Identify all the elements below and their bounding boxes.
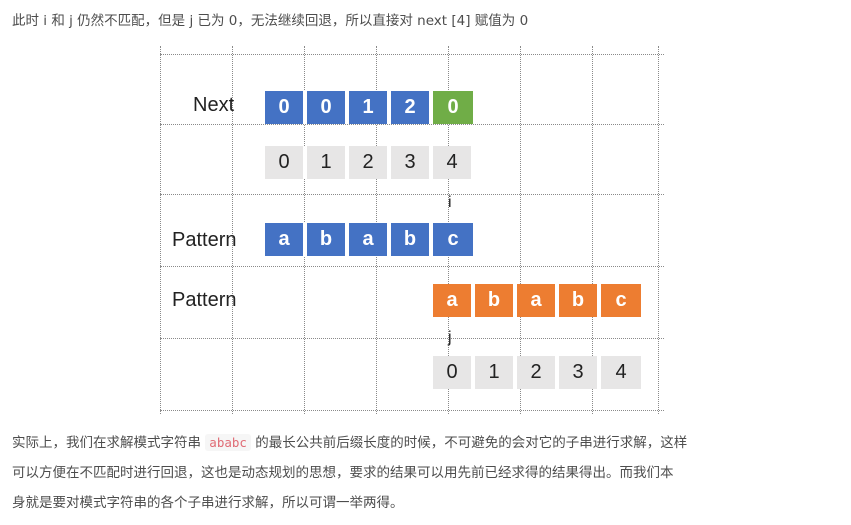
grid-line (658, 46, 659, 414)
explanation-line-3: 身就是要对模式字符串的各个子串进行求解，所以可谓一举两得。 (12, 495, 404, 511)
next-value-cell: 0 (265, 91, 305, 124)
next-index-cell: 3 (391, 146, 431, 179)
grid-line (160, 410, 664, 411)
pointer-j: j (448, 329, 452, 346)
grid-line (160, 124, 664, 125)
explanation-paragraph: 实际上，我们在求解模式字符串 ababc 的最长公共前后缀长度的时候，不可避免的… (12, 428, 687, 518)
next-index-cell: 4 (433, 146, 473, 179)
grid-line (160, 46, 161, 414)
pattern-char-cell: b (559, 284, 599, 317)
pointer-i: i (448, 194, 452, 211)
text-char-cell: b (391, 223, 431, 256)
explanation-text: 的最长公共前后缀长度的时候，不可避免的会对它的子串进行求解，这样 (250, 435, 688, 451)
next-value-cell-current: 0 (433, 91, 473, 124)
next-row-label: Next (193, 94, 235, 116)
next-value-cell: 2 (391, 91, 431, 124)
next-index-cell: 0 (265, 146, 305, 179)
explanation-line-2: 可以方便在不匹配时进行回退，这也是动态规划的思想，要求的结果可以用先前已经求得的… (12, 465, 674, 481)
explanation-line-1: 实际上，我们在求解模式字符串 ababc 的最长公共前后缀长度的时候，不可避免的… (12, 428, 687, 458)
next-index-cell: 1 (307, 146, 347, 179)
next-value-cell: 1 (349, 91, 389, 124)
pattern-index-cell: 3 (559, 356, 599, 389)
pattern-index-cell: 2 (517, 356, 557, 389)
kmp-next-diagram: Next 0 0 1 2 0 0 1 2 3 4 i Pattern a b a… (160, 46, 664, 414)
pattern-char-cell: c (601, 284, 641, 317)
text-char-cell: b (307, 223, 347, 256)
pattern-index-cell: 1 (475, 356, 515, 389)
grid-line (160, 338, 664, 339)
pattern-char-cell: a (433, 284, 473, 317)
explanation-text: 实际上，我们在求解模式字符串 (12, 435, 206, 451)
grid-line (160, 194, 664, 195)
text-char-cell: a (265, 223, 305, 256)
pattern-char-cell: a (517, 284, 557, 317)
text-row-label: Pattern (172, 229, 237, 251)
text-char-cell: c (433, 223, 473, 256)
pattern-index-cell: 4 (601, 356, 641, 389)
next-value-cell: 0 (307, 91, 347, 124)
pattern-index-cell: 0 (433, 356, 473, 389)
pattern-char-cell: b (475, 284, 515, 317)
grid-line (160, 266, 664, 267)
next-index-cell: 2 (349, 146, 389, 179)
grid-line (160, 54, 664, 55)
text-char-cell: a (349, 223, 389, 256)
intro-paragraph: 此时 i 和 j 仍然不匹配，但是 j 已为 0，无法继续回退，所以直接对 ne… (12, 13, 529, 29)
pattern-row-label: Pattern (172, 289, 237, 311)
inline-code: ababc (205, 434, 251, 451)
